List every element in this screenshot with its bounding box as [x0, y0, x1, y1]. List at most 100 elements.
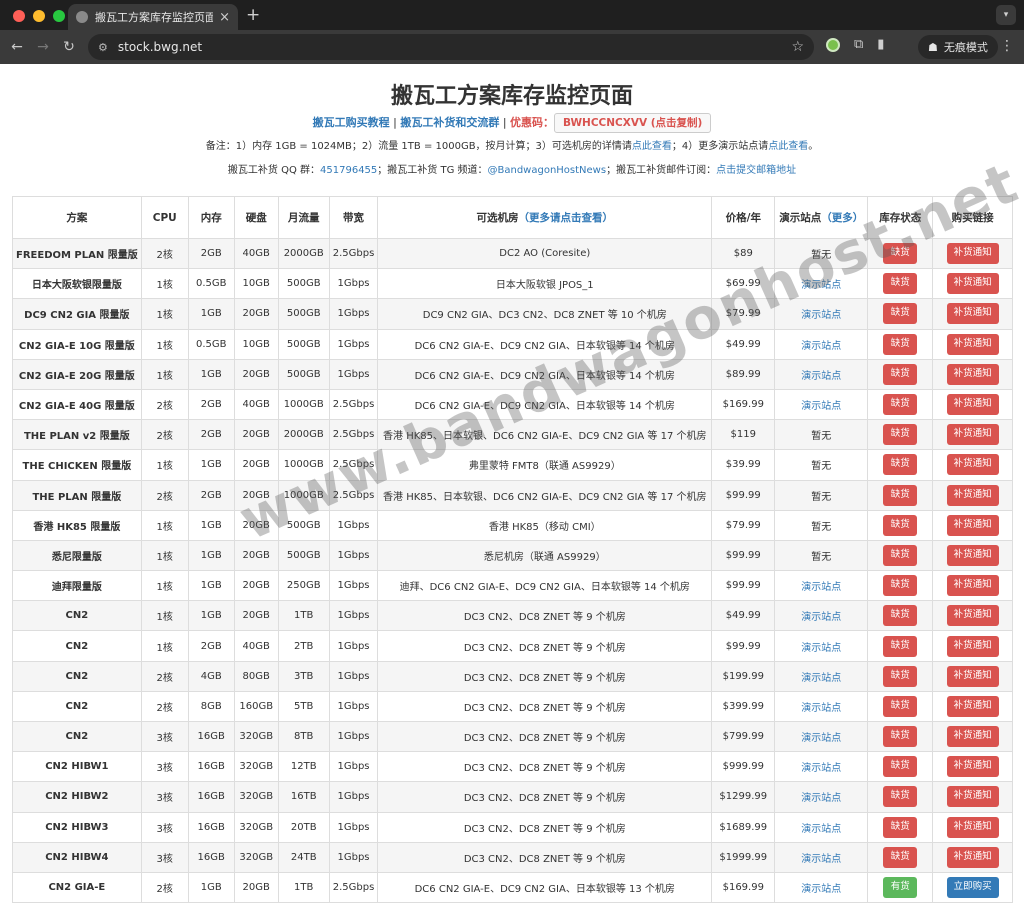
stock-status-button[interactable]: 有货 — [883, 877, 918, 899]
demo-site-link[interactable]: 演示站点 — [801, 793, 841, 804]
stock-status-button[interactable]: 缺货 — [883, 273, 918, 295]
cell-traffic: 1000GB — [277, 388, 330, 421]
demo-site-link[interactable]: 演示站点 — [801, 703, 841, 714]
stock-status-button[interactable]: 缺货 — [883, 454, 918, 476]
demo-site-link[interactable]: 演示站点 — [801, 854, 841, 865]
restock-notify-button[interactable]: 补货通知 — [946, 575, 999, 597]
header-dc-more-link[interactable]: （更多请点击查看） — [519, 212, 614, 224]
stock-status-button[interactable]: 缺货 — [883, 756, 918, 778]
stock-status-button[interactable]: 缺货 — [883, 726, 918, 748]
cell-disk: 10GB — [233, 328, 279, 360]
table-row: 日本大阪软银限量版 1核 0.5GB 10GB 500GB 1Gbps 日本大阪软银 JPO… — [12, 268, 1013, 300]
stock-status-button[interactable]: 缺货 — [883, 243, 918, 265]
stock-status-button[interactable]: 缺货 — [883, 544, 918, 566]
tutorial-link[interactable]: 搬瓦工购买教程 — [313, 116, 390, 129]
cell-traffic: 20TB — [277, 811, 330, 843]
bookmark-star-icon[interactable]: ☆ — [791, 39, 804, 55]
extension-green-icon[interactable] — [826, 37, 840, 52]
demo-site-link[interactable]: 演示站点 — [801, 280, 841, 291]
stock-status-button[interactable]: 缺货 — [883, 665, 918, 687]
tab-close-icon[interactable]: × — [219, 10, 230, 25]
email-subscribe-link[interactable]: 点击提交邮箱地址 — [716, 165, 796, 176]
stock-status-button[interactable]: 缺货 — [883, 394, 918, 416]
cell-bandwidth: 1Gbps — [328, 298, 379, 330]
demo-site-link[interactable]: 演示站点 — [801, 310, 841, 321]
incognito-indicator[interactable]: ☗ 无痕模式 — [918, 35, 998, 59]
restock-notify-button[interactable]: 补货通知 — [946, 695, 999, 717]
header-demo-more-link[interactable]: （更多） — [821, 212, 863, 224]
restock-notify-button[interactable]: 补货通知 — [946, 726, 999, 748]
stock-status-button[interactable]: 缺货 — [883, 363, 918, 385]
demo-site-link[interactable]: 演示站点 — [801, 582, 841, 593]
cell-cpu: 2核 — [140, 871, 189, 903]
stock-status-button[interactable]: 缺货 — [883, 484, 918, 506]
stock-status-button[interactable]: 缺货 — [883, 424, 918, 446]
cell-disk: 160GB — [233, 690, 279, 723]
restock-notify-button[interactable]: 补货通知 — [946, 544, 999, 566]
forward-arrow-icon[interactable]: → — [30, 39, 56, 55]
stock-status-button[interactable]: 缺货 — [883, 605, 918, 627]
sidebar-panel-icon[interactable]: ▮ — [877, 37, 884, 52]
restock-notify-button[interactable]: 补货通知 — [946, 454, 999, 476]
restock-notify-button[interactable]: 补货通知 — [946, 786, 999, 808]
restock-notify-button[interactable]: 补货通知 — [946, 846, 999, 868]
restock-notify-button[interactable]: 补货通知 — [946, 243, 999, 265]
tab-title: 搬瓦工方案库存监控页面 - 搬瓦 — [95, 11, 214, 24]
reload-icon[interactable]: ↻ — [56, 39, 82, 55]
new-tab-plus-icon[interactable]: + — [246, 5, 260, 25]
stock-status-button[interactable]: 缺货 — [883, 575, 918, 597]
tg-channel-link[interactable]: @BandwagonHostNews — [488, 165, 607, 176]
maximize-window-button[interactable] — [53, 10, 65, 22]
demo-site-link[interactable]: 演示站点 — [801, 733, 841, 744]
restock-notify-button[interactable]: 补货通知 — [946, 273, 999, 295]
stock-status-button[interactable]: 缺货 — [883, 514, 918, 536]
cell-plan: CN2 HIBW2 — [12, 781, 142, 813]
qq-group-link[interactable]: 451796455 — [320, 165, 377, 176]
demo-more-link[interactable]: 点此查看 — [768, 141, 808, 152]
restock-notify-button[interactable]: 补货通知 — [946, 756, 999, 778]
cell-status: 缺货 — [867, 781, 934, 813]
demo-site-link[interactable]: 演示站点 — [801, 884, 841, 895]
restock-notify-button[interactable]: 补货通知 — [946, 424, 999, 446]
restock-notify-button[interactable]: 补货通知 — [946, 635, 999, 657]
restock-notify-button[interactable]: 补货通知 — [946, 363, 999, 385]
restock-notify-button[interactable]: 补货通知 — [946, 333, 999, 355]
browser-tab[interactable]: 搬瓦工方案库存监控页面 - 搬瓦 × — [68, 4, 238, 30]
demo-site-link[interactable]: 演示站点 — [801, 763, 841, 774]
stock-status-button[interactable]: 缺货 — [883, 816, 918, 838]
browser-menu-icon[interactable]: ⋮ — [1000, 38, 1014, 54]
demo-site-link[interactable]: 演示站点 — [801, 824, 841, 835]
restock-notify-button[interactable]: 补货通知 — [946, 514, 999, 536]
dc-detail-link[interactable]: 点此查看 — [632, 141, 672, 152]
restock-notify-button[interactable]: 补货通知 — [946, 394, 999, 416]
cell-dc: DC6 CN2 GIA-E、DC9 CN2 GIA、日本软银等 13 个机房 — [377, 871, 713, 903]
demo-site-link[interactable]: 演示站点 — [801, 371, 841, 382]
restock-notify-button[interactable]: 补货通知 — [946, 665, 999, 687]
copy-coupon-button[interactable]: BWHCCNCXVV (点击复制) — [554, 113, 712, 133]
restock-notify-button[interactable]: 补货通知 — [946, 816, 999, 838]
stock-status-button[interactable]: 缺货 — [883, 846, 918, 868]
demo-site-link[interactable]: 演示站点 — [801, 401, 841, 412]
restock-notify-button[interactable]: 补货通知 — [946, 484, 999, 506]
address-bar[interactable]: ⚙ stock.bwg.net ☆ — [88, 34, 814, 60]
minimize-window-button[interactable] — [33, 10, 45, 22]
restock-notify-button[interactable]: 补货通知 — [946, 605, 999, 627]
stock-status-button[interactable]: 缺货 — [883, 695, 918, 717]
back-arrow-icon[interactable]: ← — [4, 39, 30, 55]
buy-now-button[interactable]: 立即购买 — [946, 877, 999, 899]
group-link[interactable]: 搬瓦工补货和交流群 — [400, 116, 499, 129]
demo-site-link[interactable]: 演示站点 — [801, 612, 841, 623]
stock-status-button[interactable]: 缺货 — [883, 786, 918, 808]
close-window-button[interactable] — [13, 10, 25, 22]
cell-cpu: 2核 — [140, 690, 189, 723]
extensions-puzzle-icon[interactable]: ⧉ — [854, 37, 863, 52]
tab-search-chevron-down-icon[interactable]: ▾ — [996, 5, 1016, 25]
stock-status-button[interactable]: 缺货 — [883, 635, 918, 657]
stock-status-button[interactable]: 缺货 — [883, 303, 918, 325]
stock-status-button[interactable]: 缺货 — [883, 333, 918, 355]
demo-site-link[interactable]: 演示站点 — [801, 673, 841, 684]
demo-site-link[interactable]: 演示站点 — [801, 643, 841, 654]
site-info-icon[interactable]: ⚙ — [98, 41, 108, 54]
restock-notify-button[interactable]: 补货通知 — [946, 303, 999, 325]
demo-site-link[interactable]: 演示站点 — [801, 341, 841, 352]
